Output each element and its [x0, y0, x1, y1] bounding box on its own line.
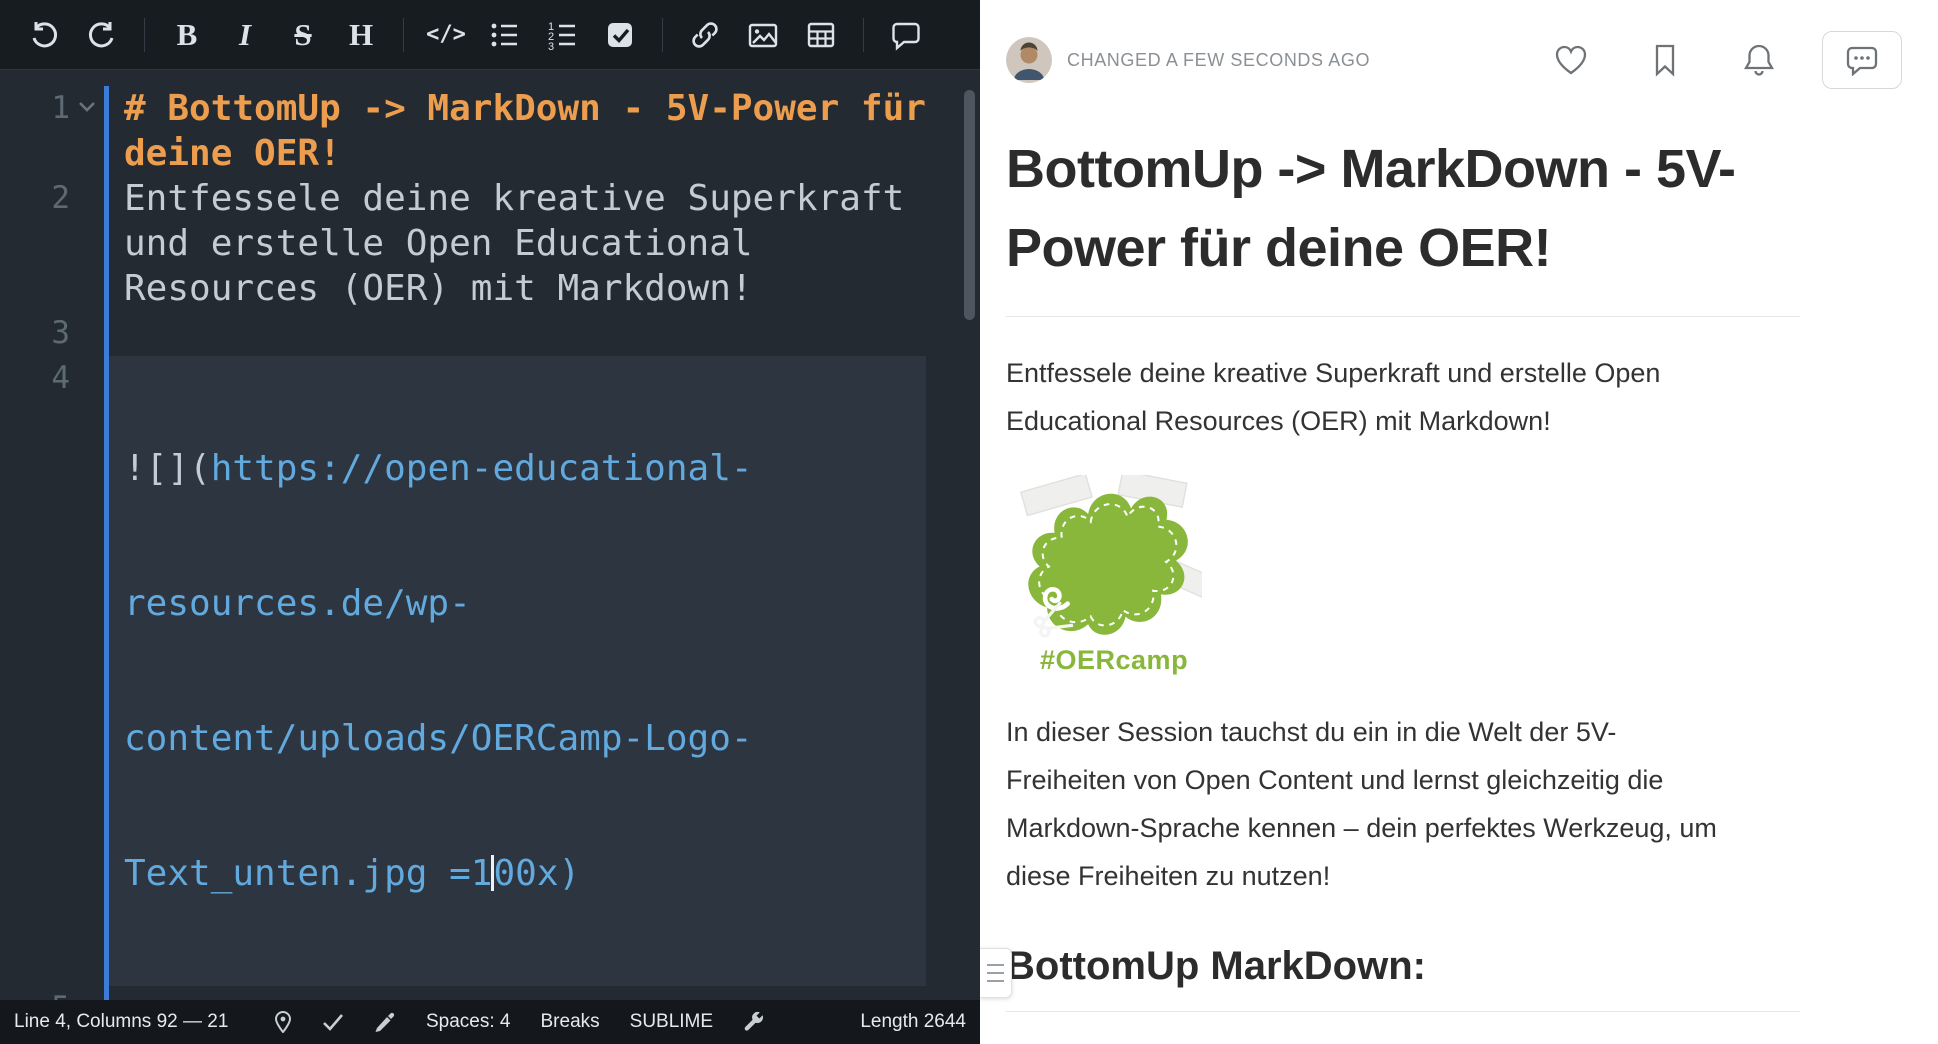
- app-root: B I S H </> 123: [0, 0, 1938, 1044]
- toolbar-divider: [144, 18, 145, 52]
- brush-icon[interactable]: [374, 1011, 396, 1033]
- heading-button[interactable]: H: [333, 11, 389, 59]
- paragraph: In dieser Session tauchst du ein in die …: [1006, 708, 1721, 900]
- line-number: 1: [51, 86, 70, 176]
- image-icon: [747, 19, 779, 51]
- wrench-icon[interactable]: [743, 1011, 765, 1033]
- split-view-grip[interactable]: [980, 948, 1012, 998]
- editor-toolbar: B I S H </> 123: [0, 0, 980, 70]
- author-avatar[interactable]: [1006, 37, 1052, 83]
- preview-pane: CHANGED A FEW SECONDS AGO BottomUp -> Ma…: [980, 0, 1938, 1044]
- breaks-setting[interactable]: Breaks: [541, 1011, 600, 1033]
- section-heading: BottomUp MarkDown:: [1006, 944, 1800, 1012]
- comment-icon: [890, 19, 922, 51]
- numbered-list-button[interactable]: 123: [534, 11, 590, 59]
- link-button[interactable]: [677, 11, 733, 59]
- editor-line: 3: [0, 311, 980, 356]
- editor-pane: B I S H </> 123: [0, 0, 980, 1044]
- pin-icon[interactable]: [274, 1011, 292, 1033]
- document-title: BottomUp -> MarkDown - 5V-Power für dein…: [1006, 130, 1776, 288]
- cursor-position-label: Line 4, Columns 92 — 21: [14, 1011, 244, 1033]
- table-button[interactable]: [793, 11, 849, 59]
- editor-line: 2 Entfessele deine kreative Superkraft u…: [0, 176, 980, 311]
- comment-button[interactable]: [878, 11, 934, 59]
- title-divider: [1006, 316, 1800, 317]
- oercamp-logo-image: [1006, 475, 1202, 641]
- preview-content: BottomUp -> MarkDown - 5V-Power für dein…: [1006, 130, 1800, 1012]
- code-editor[interactable]: 1 # BottomUp -> MarkDown - 5V-Power für …: [0, 70, 980, 1000]
- strikethrough-button[interactable]: S: [275, 11, 331, 59]
- check-list-icon: [604, 19, 636, 51]
- italic-button[interactable]: I: [217, 11, 273, 59]
- editor-line: 1 # BottomUp -> MarkDown - 5V-Power für …: [0, 86, 980, 176]
- bullet-list-icon: [488, 19, 520, 51]
- editor-line-active: 4 ![](https://open-educational- resource…: [0, 356, 980, 986]
- bullet-list-button[interactable]: [476, 11, 532, 59]
- bold-button[interactable]: B: [159, 11, 215, 59]
- image-button[interactable]: [735, 11, 791, 59]
- check-list-button[interactable]: [592, 11, 648, 59]
- fold-chevron-icon[interactable]: [70, 86, 104, 176]
- code-line-text[interactable]: [104, 986, 926, 1000]
- spaces-setting[interactable]: Spaces: 4: [426, 1011, 511, 1033]
- svg-text:3: 3: [548, 41, 554, 51]
- oercamp-logo-figure: #OERcamp: [1006, 475, 1800, 676]
- redo-icon: [87, 20, 117, 50]
- undo-icon: [29, 20, 59, 50]
- comment-bubble-icon: [1845, 44, 1879, 76]
- code-line-text[interactable]: Entfessele deine kreative Superkraft und…: [104, 176, 926, 311]
- check-icon[interactable]: [322, 1013, 344, 1031]
- line-number: 3: [51, 311, 70, 356]
- numbered-list-icon: 123: [546, 19, 578, 51]
- toolbar-divider: [863, 18, 864, 52]
- preview-header: CHANGED A FEW SECONDS AGO: [1006, 0, 1938, 110]
- bookmark-icon[interactable]: [1648, 43, 1682, 77]
- undo-button[interactable]: [16, 11, 72, 59]
- bell-icon[interactable]: [1742, 43, 1776, 77]
- toolbar-divider: [403, 18, 404, 52]
- editor-line: 5: [0, 986, 980, 1000]
- toolbar-divider: [662, 18, 663, 52]
- heart-icon[interactable]: [1554, 44, 1588, 76]
- line-number: 2: [51, 176, 70, 311]
- redo-button[interactable]: [74, 11, 130, 59]
- length-indicator[interactable]: Length 2644: [860, 1011, 966, 1033]
- link-icon: [689, 19, 721, 51]
- line-number: 4: [51, 356, 70, 986]
- code-button[interactable]: </>: [418, 11, 474, 59]
- oercamp-logo-caption: #OERcamp: [1040, 645, 1800, 676]
- changed-timestamp: CHANGED A FEW SECONDS AGO: [1067, 50, 1370, 71]
- code-line-text[interactable]: ![](https://open-educational- resources.…: [104, 356, 926, 986]
- line-number: 5: [51, 986, 70, 1000]
- comments-panel-button[interactable]: [1822, 31, 1902, 89]
- status-bar: Line 4, Columns 92 — 21 Spaces: 4 Breaks…: [0, 1000, 980, 1044]
- table-icon: [805, 19, 837, 51]
- code-line-text[interactable]: # BottomUp -> MarkDown - 5V-Power für de…: [104, 86, 926, 176]
- editor-scrollbar[interactable]: [964, 90, 975, 320]
- paragraph: Entfessele deine kreative Superkraft und…: [1006, 349, 1721, 445]
- code-line-text[interactable]: [104, 311, 926, 356]
- keymap-setting[interactable]: SUBLIME: [630, 1011, 713, 1033]
